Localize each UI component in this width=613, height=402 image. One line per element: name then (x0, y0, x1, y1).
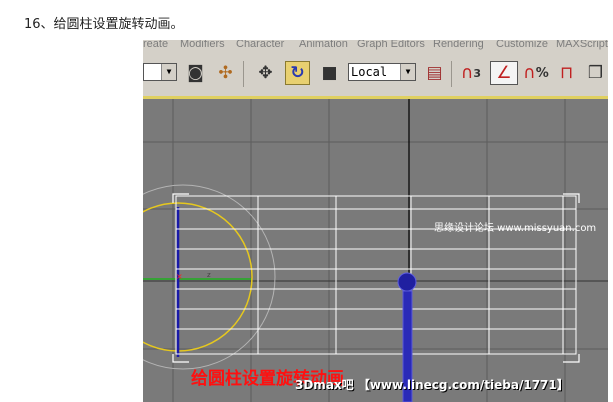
3dsmax-screenshot: reate Modifiers Character Animation Grap… (143, 40, 608, 402)
scale-button[interactable]: ■ (317, 61, 342, 85)
menu-item-maxscript[interactable]: MAXScript (556, 40, 608, 50)
chevron-down-icon: ▼ (400, 64, 415, 80)
percent-label: % (535, 65, 549, 81)
coord-system-value: Local (351, 65, 388, 79)
magnet-icon: ∩ (460, 63, 474, 83)
percent-snap-button[interactable]: ∩ % (522, 61, 550, 85)
perspective-viewport[interactable]: × z 思缘设计论坛 www.missyuan.com 给圆柱设置旋转动画 3D… (143, 99, 608, 402)
teapot-icon: ❒ (587, 63, 604, 83)
toolbar-separator (451, 61, 452, 87)
pivot-button[interactable]: ▤ (422, 61, 447, 85)
toolbar-separator (243, 61, 244, 87)
snap-mode-label: 3 (473, 66, 482, 80)
menu-item-graph-editors[interactable]: Graph Editors (357, 40, 425, 50)
menu-item-modifiers[interactable]: Modifiers (180, 40, 225, 50)
reference-coordinate-dropdown[interactable]: Local ▼ (348, 63, 416, 81)
select-link-button[interactable]: ✣ (213, 61, 238, 85)
menu-item-animation[interactable]: Animation (299, 40, 348, 50)
rotate-icon: ↻ (290, 63, 305, 83)
overlay-caption-site: 3Dmax吧 【www.linecg.com/tieba/1771】 (295, 378, 569, 392)
scale-icon: ■ (321, 63, 338, 83)
menu-item-character[interactable]: Character (236, 40, 284, 50)
menu-item-create[interactable]: reate (143, 40, 168, 50)
render-teapot-button[interactable]: ❒ (583, 61, 608, 85)
menu-bar: reate Modifiers Character Animation Grap… (143, 40, 608, 53)
move-button[interactable]: ✥ (253, 61, 278, 85)
watermark-text: 思缘设计论坛 www.missyuan.com (434, 223, 597, 234)
selection-filter-dropdown[interactable]: ▼ (143, 63, 177, 81)
step-text: 16、给圆柱设置旋转动画。 (24, 17, 184, 32)
select-region-icon: ◙ (187, 63, 204, 83)
cylinder-top-sphere (397, 272, 417, 292)
rotate-button[interactable]: ↻ (285, 61, 310, 85)
viewport-canvas: × z (143, 99, 608, 402)
axis-tick-mark: z (207, 271, 211, 279)
move-icon: ✥ (258, 63, 273, 83)
select-region-button[interactable]: ◙ (183, 61, 208, 85)
menu-item-rendering[interactable]: Rendering (433, 40, 484, 50)
spinner-snap-icon: ⊓ (559, 63, 574, 83)
angle-snap-icon: ∠ (496, 63, 512, 83)
spinner-snap-button[interactable]: ⊓ (554, 61, 579, 85)
chevron-down-icon: ▼ (161, 64, 176, 80)
main-toolbar: ▼ ◙ ✣ ✥ ↻ ■ Local ▼ ▤ ∩ 3 ∠ ∩ % ⊓ ❒ (143, 53, 608, 97)
magnet-icon: ∩ (523, 63, 536, 83)
pivot-icon: ▤ (426, 63, 443, 83)
snap-toggle-button[interactable]: ∩ 3 (456, 61, 486, 85)
angle-snap-button[interactable]: ∠ (490, 61, 518, 85)
select-link-icon: ✣ (218, 63, 233, 83)
pivot-marker: × (176, 272, 183, 281)
menu-item-customize[interactable]: Customize (496, 40, 548, 50)
